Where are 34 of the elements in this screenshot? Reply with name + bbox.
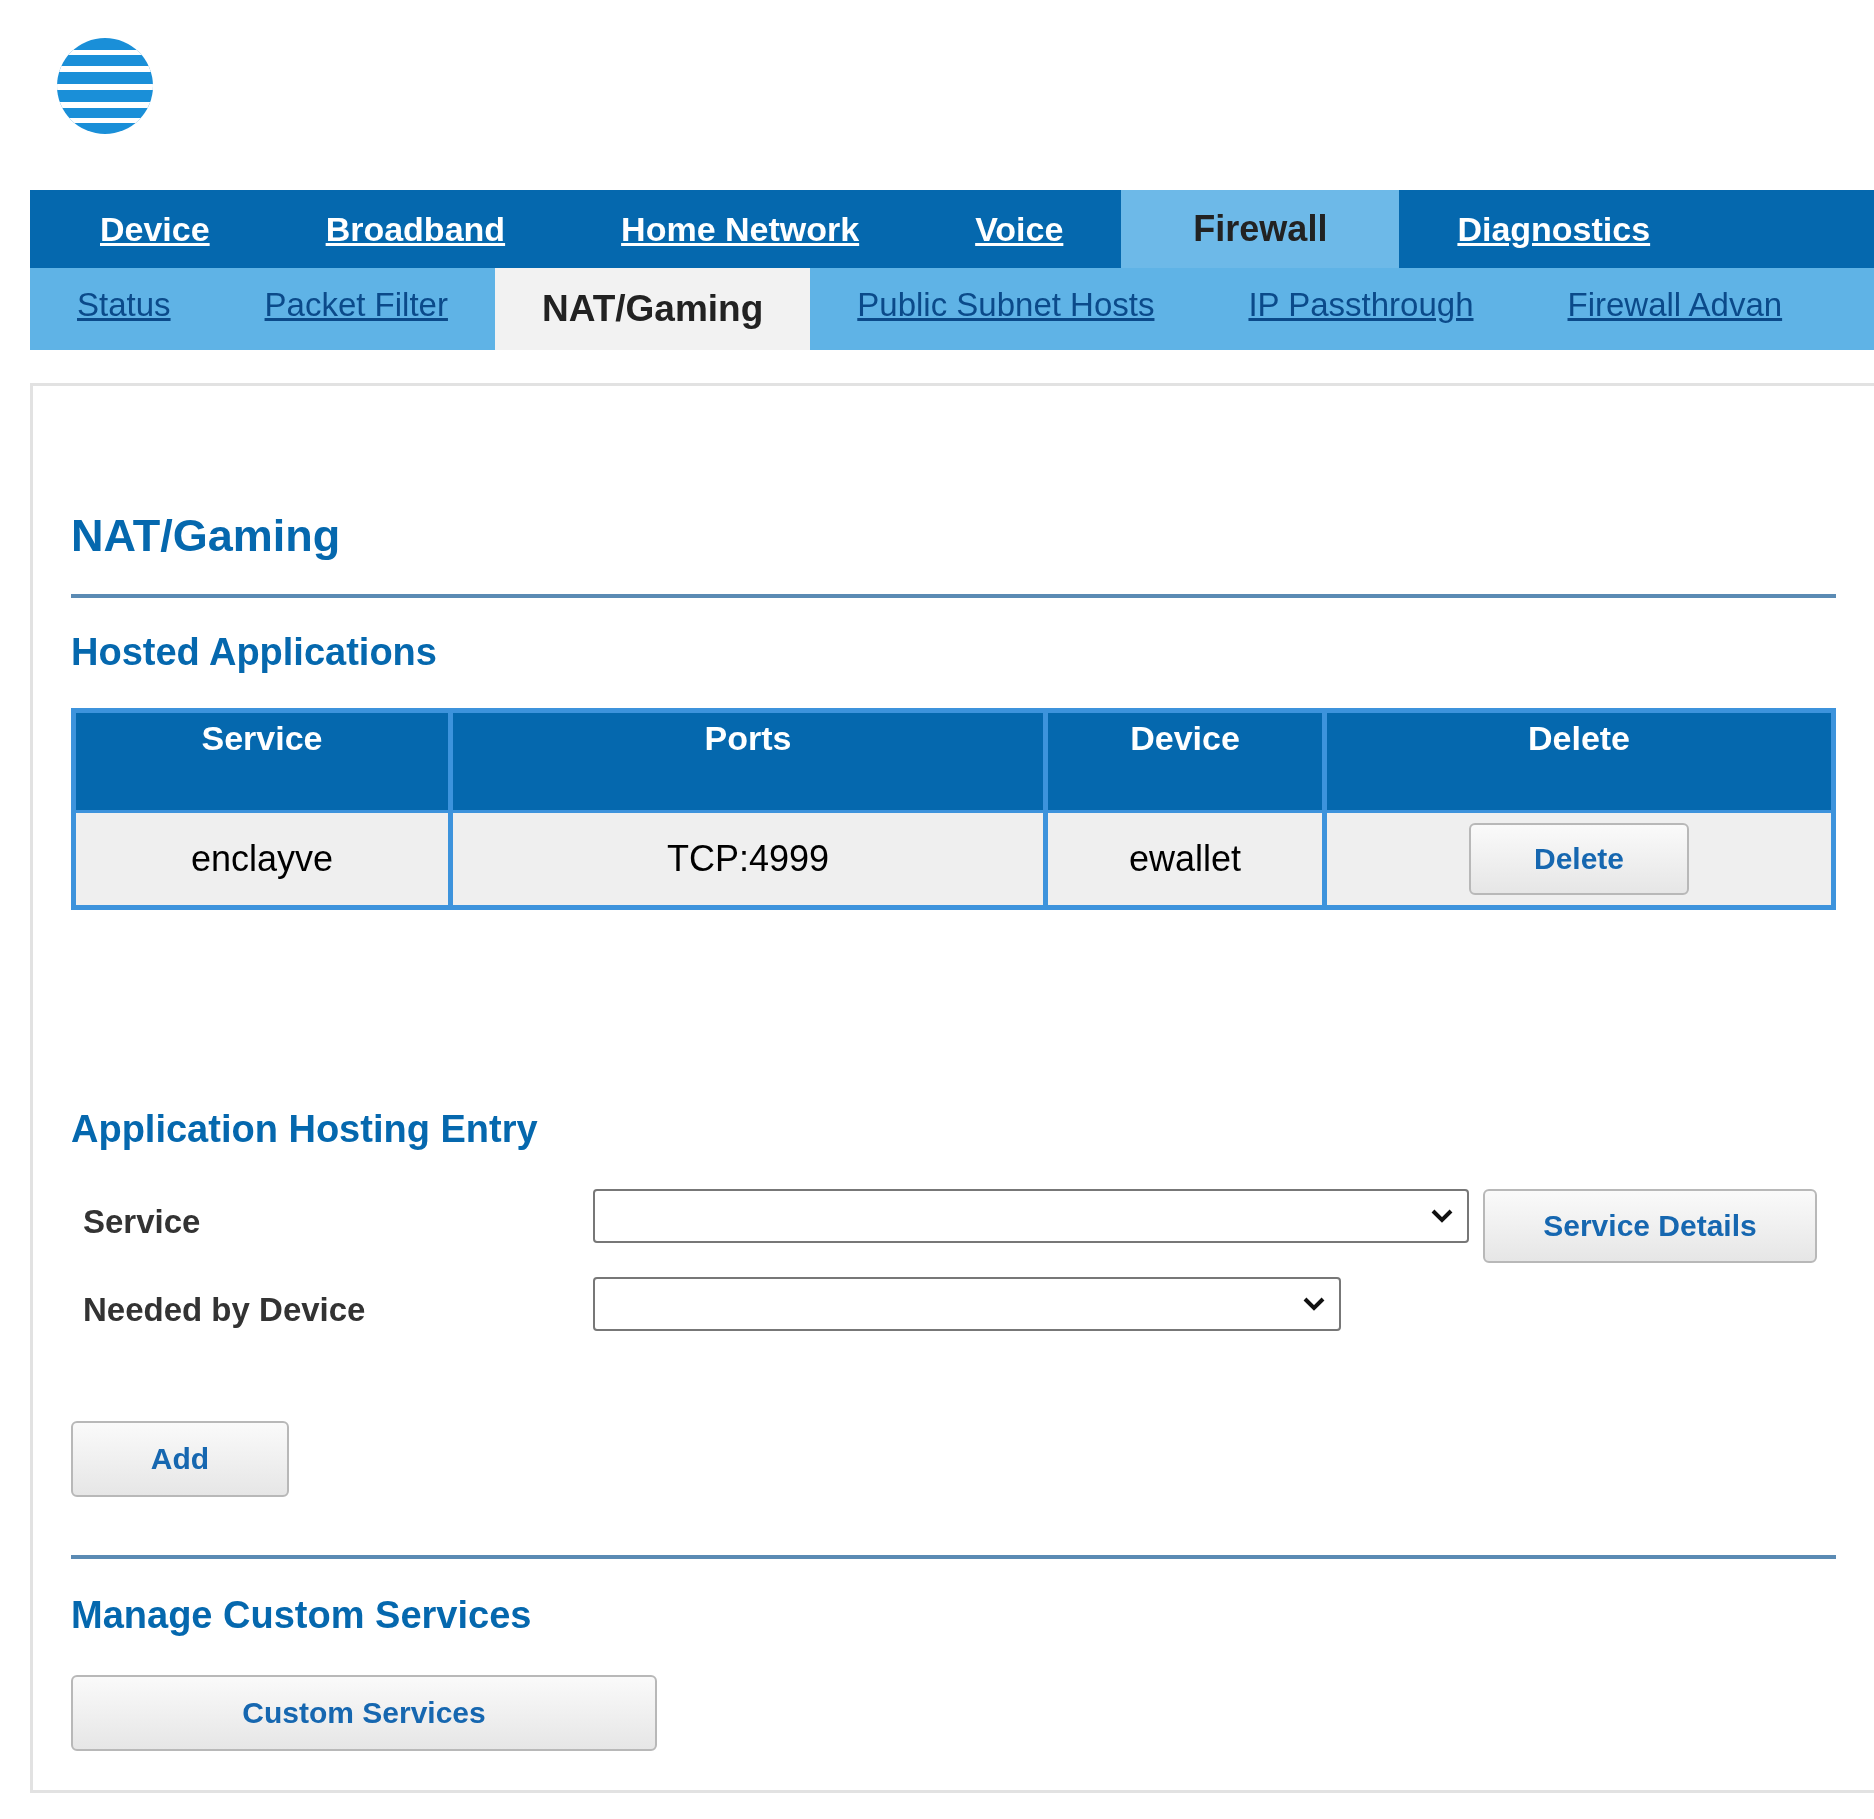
nav-tab[interactable]: Diagnostics [1399,190,1709,268]
table-cell: enclayve [73,811,451,908]
nav-tab[interactable]: Firewall [1121,190,1400,268]
device-select[interactable] [593,1277,1341,1331]
sub-nav-tab[interactable]: Public Subnet Hosts [810,268,1202,350]
striped-globe-icon [55,36,155,136]
section-title: Application Hosting Entry [71,1107,539,1152]
chevron-down-icon [1431,1209,1453,1223]
service-select[interactable] [593,1189,1469,1243]
nav-tab[interactable]: Broadband [267,190,564,268]
sub-nav-tab[interactable]: Status [30,268,218,350]
section-title: Hosted Applications [71,630,438,675]
field-label: Service [82,1202,202,1241]
delete-button[interactable]: Delete [1469,823,1689,895]
table-cell: ewallet [1045,811,1325,908]
page-title: NAT/Gaming [71,509,342,563]
add-button[interactable]: Add [71,1421,289,1497]
column-header: Device [1045,710,1325,812]
sub-nav-tab[interactable]: Firewall Advan [1520,268,1830,350]
nav-tab[interactable]: Device [42,190,268,268]
column-header: Delete [1324,710,1834,812]
field-label: Needed by Device [82,1290,367,1329]
column-header: Service [73,710,451,812]
section-title: Manage Custom Services [71,1593,533,1638]
service-details-button[interactable]: Service Details [1483,1189,1817,1263]
sub-nav-tab[interactable]: NAT/Gaming [494,268,811,350]
nav-tab[interactable]: Home Network [563,190,918,268]
table-cell: TCP:4999 [450,811,1046,908]
sub-nav-tab[interactable]: IP Passthrough [1201,268,1521,350]
column-header: Ports [450,710,1046,812]
sub-nav-tab[interactable]: Packet Filter [217,268,495,350]
nav-tab[interactable]: Voice [917,190,1122,268]
custom-services-button[interactable]: Custom Services [71,1675,657,1751]
chevron-down-icon [1303,1297,1325,1311]
